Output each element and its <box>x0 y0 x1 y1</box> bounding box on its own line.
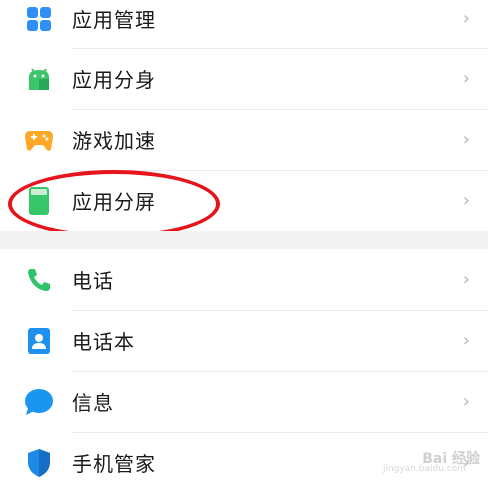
settings-item-label: 电话本 <box>72 330 135 354</box>
gamepad-icon <box>24 125 54 155</box>
settings-item-label: 应用分身 <box>72 68 156 92</box>
android-clone-icon <box>24 64 54 94</box>
settings-item-phone-manager[interactable]: 手机管家 › <box>0 432 488 493</box>
chevron-right-icon: › <box>462 330 470 351</box>
phone-icon <box>24 265 54 295</box>
chevron-right-icon: › <box>462 129 470 150</box>
highlight-ellipse <box>8 170 220 238</box>
chevron-right-icon: › <box>462 68 470 89</box>
settings-item-app-clone[interactable]: 应用分身 › <box>0 48 488 109</box>
shield-icon <box>24 448 54 478</box>
settings-item-label: 游戏加速 <box>72 129 156 153</box>
settings-item-messages[interactable]: 信息 › <box>0 371 488 432</box>
settings-item-label: 应用管理 <box>72 8 156 32</box>
settings-item-contacts[interactable]: 电话本 › <box>0 310 488 371</box>
app-grid-icon <box>24 4 54 34</box>
settings-item-app-management[interactable]: 应用管理 › <box>0 0 488 49</box>
baidu-watermark-url: jingyan.baidu.com <box>382 464 466 474</box>
section-separator <box>0 231 488 249</box>
settings-item-game-boost[interactable]: 游戏加速 › <box>0 109 488 170</box>
contacts-icon <box>24 326 54 356</box>
chevron-right-icon: › <box>462 190 470 211</box>
chevron-right-icon: › <box>462 391 470 412</box>
settings-item-label: 电话 <box>72 269 114 293</box>
settings-item-phone[interactable]: 电话 › <box>0 249 488 310</box>
settings-item-label: 信息 <box>72 391 114 415</box>
message-icon <box>24 387 54 417</box>
chevron-right-icon: › <box>462 269 470 290</box>
chevron-right-icon: › <box>462 8 470 29</box>
settings-item-label: 手机管家 <box>72 452 156 476</box>
